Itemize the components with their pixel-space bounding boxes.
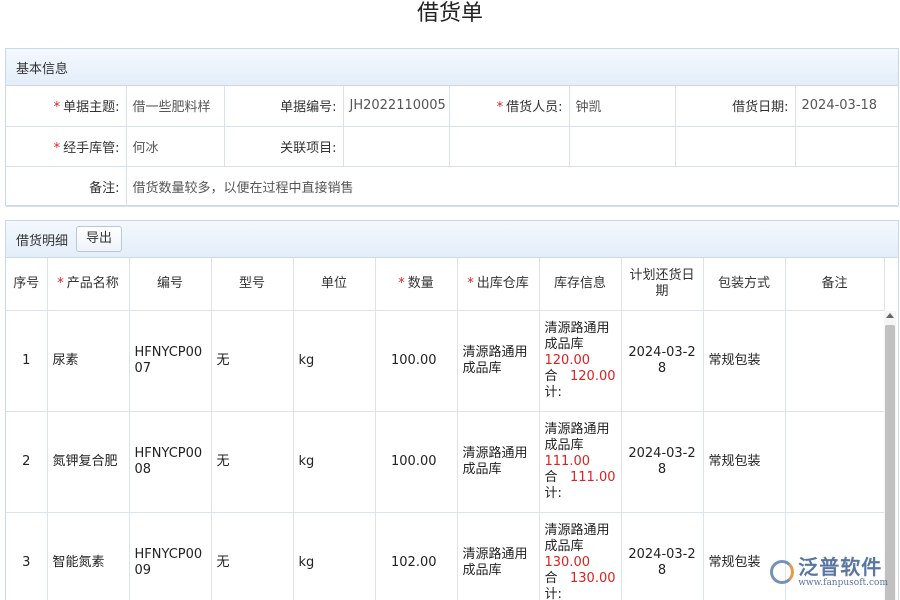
row-index: 1 [6,309,48,412]
table-row[interactable]: 3 智能氮素 HFNYCP0009 无 kg 102.00 清源路通用成品库 清… [6,511,885,600]
row-model: 无 [210,309,294,412]
stock-total-qty: 120.00 [570,368,616,384]
project-field[interactable] [342,125,450,167]
export-button[interactable]: 导出 [76,226,123,252]
col-warehouse: * 出库仓库 [456,258,540,311]
col-unit: 单位 [292,258,376,311]
row-code: HFNYCP0008 [128,410,212,513]
table-row[interactable]: 1 尿素 HFNYCP0007 无 kg 100.00 清源路通用成品库 清源路… [6,309,885,412]
borrower-field[interactable]: 钟凯 [568,86,676,127]
col-packaging: 包装方式 [702,258,786,311]
project-label: 关联项目: [223,125,344,167]
basic-info-panel: 基本信息 * 单据主题: 借一些肥料样 单据编号: JH2022110005 * 借… [5,48,899,207]
col-model: 型号 [210,258,294,311]
borrower-label: * 借货人员: [448,86,570,127]
stock-warehouse-line: 清源路通用成品库 120.00 [544,320,610,368]
stock-warehouse-line: 清源路通用成品库 130.00 [544,522,610,570]
row-code: HFNYCP0007 [128,309,212,412]
table-row[interactable]: 2 氮钾复合肥 HFNYCP0008 无 kg 100.00 清源路通用成品库 … [6,410,885,513]
basic-info-form: * 单据主题: 借一些肥料样 单据编号: JH2022110005 * 借货人员: … [6,86,898,207]
brand-logo-icon [770,560,795,584]
detail-title: 借货明细 [16,233,69,249]
empty-cell [448,125,570,167]
stock-warehouse-qty: 111.00 [544,453,591,469]
col-stock: 库存信息 [538,258,622,311]
row-return-date[interactable]: 2024-03-28 [620,511,704,600]
empty-cell [568,125,676,167]
brand-url: www.fanpusoft.com [798,578,888,588]
stock-warehouse-qty: 120.00 [544,352,591,368]
remark-label: 备注: [6,165,127,207]
page-title: 借货单 [416,1,483,26]
doc-no-label: 单据编号: [223,86,344,127]
basic-info-header: 基本信息 [6,49,898,86]
row-packaging[interactable]: 常规包装 [702,309,786,412]
row-model: 无 [210,511,294,600]
row-warehouse[interactable]: 清源路通用成品库 [456,309,540,412]
row-product-name[interactable]: 智能氮素 [46,511,130,600]
subject-field[interactable]: 借一些肥料样 [125,86,225,127]
row-return-date[interactable]: 2024-03-28 [620,309,704,412]
subject-label: * 单据主题: [6,86,127,127]
table-header-row: 序号 * 产品名称 编号 型号 单位 * 数量 * 出库仓库 库存信息 计划还货日期 … [6,258,885,311]
stock-total-qty: 130.00 [570,570,616,586]
row-return-date[interactable]: 2024-03-28 [620,410,704,513]
required-mark: * [53,140,61,156]
stock-total-line: 合计: 130.00 [545,571,616,600]
borrow-date-label: 借货日期: [674,86,796,127]
row-quantity[interactable]: 100.00 [374,309,458,412]
remark-field[interactable]: 借货数量较多，以便在过程中直接销售 [125,165,898,207]
detail-header: 借货明细 导出 [6,221,898,258]
col-code: 编号 [128,258,212,311]
row-remark[interactable] [784,309,885,412]
keeper-label: * 经手库管: [6,125,127,167]
basic-info-title: 基本信息 [16,61,69,77]
stock-total-qty: 111.00 [570,469,616,485]
detail-panel: 借货明细 导出 序号 * 产品名称 编号 型号 单位 * 数量 * 出库仓库 库存信息… [5,220,899,600]
scroll-up-arrow-icon[interactable] [886,313,894,318]
empty-cell [794,125,898,167]
row-product-name[interactable]: 尿素 [46,309,130,412]
required-mark: * [398,275,405,291]
doc-no-field[interactable]: JH2022110005 [342,86,450,127]
row-code: HFNYCP0009 [128,511,212,600]
stock-warehouse-qty: 130.00 [544,554,591,570]
brand-name: 泛普软件 [798,555,883,579]
col-product-name: * 产品名称 [46,258,130,311]
row-index: 3 [6,511,48,600]
row-quantity[interactable]: 102.00 [374,511,458,600]
col-remark: 备注 [784,258,885,311]
row-model: 无 [210,410,294,513]
required-mark: * [53,100,61,116]
row-packaging[interactable]: 常规包装 [702,410,786,513]
detail-table: 序号 * 产品名称 编号 型号 单位 * 数量 * 出库仓库 库存信息 计划还货日期 … [6,258,885,600]
keeper-field[interactable]: 何冰 [125,125,225,167]
row-warehouse[interactable]: 清源路通用成品库 [456,511,540,600]
row-warehouse[interactable]: 清源路通用成品库 [456,410,540,513]
row-unit: kg [292,410,376,513]
required-mark: * [496,100,504,116]
row-quantity[interactable]: 100.00 [374,410,458,513]
row-remark[interactable] [784,410,885,513]
required-mark: * [57,275,64,291]
stock-total-line: 合计: 120.00 [544,368,616,400]
col-index: 序号 [6,258,48,311]
empty-cell [674,125,796,167]
stock-total-line: 合计: 111.00 [544,469,616,501]
row-stock-info: 清源路通用成品库 111.00 合计: 111.00 [538,410,622,513]
col-quantity: * 数量 [374,258,458,311]
row-index: 2 [6,410,48,513]
row-unit: kg [292,511,376,600]
row-stock-info: 清源路通用成品库 130.00 合计: 130.00 [538,511,622,600]
watermark: 泛普软件 www.fanpusoft.com [770,556,888,588]
required-mark: * [467,275,474,291]
col-return-date: 计划还货日期 [620,258,704,311]
row-product-name[interactable]: 氮钾复合肥 [46,410,130,513]
row-unit: kg [292,309,376,412]
stock-warehouse-line: 清源路通用成品库 111.00 [544,421,610,469]
borrow-date-field[interactable]: 2024-03-18 [794,86,898,127]
row-stock-info: 清源路通用成品库 120.00 合计: 120.00 [538,309,622,412]
